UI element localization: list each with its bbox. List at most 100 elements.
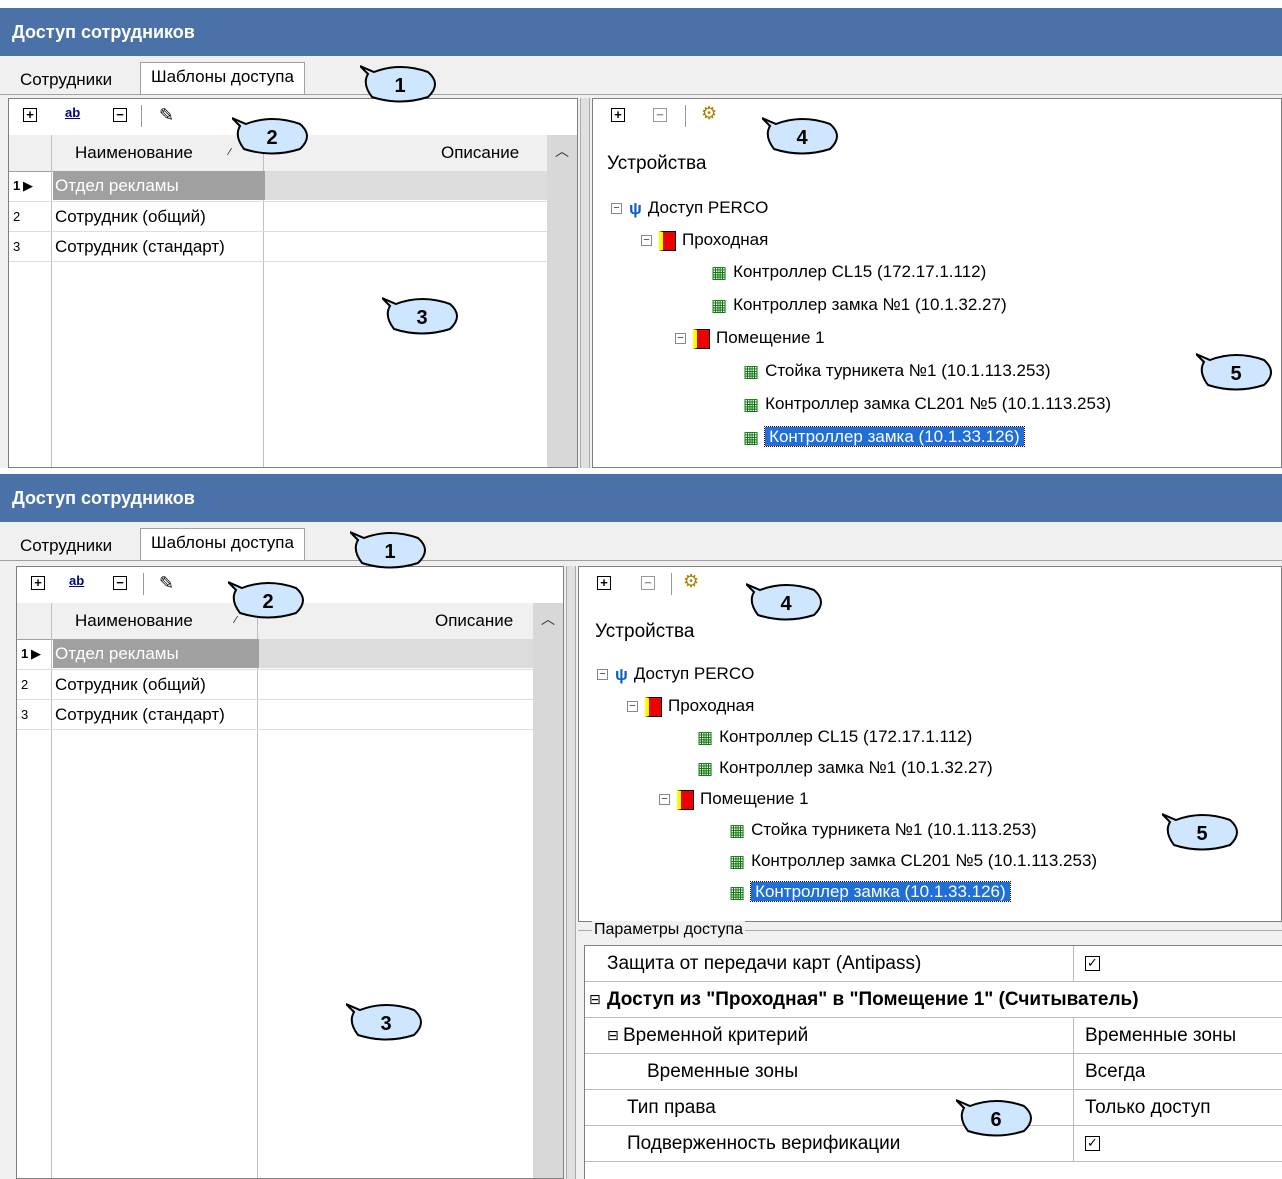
controller-icon: ▦ — [711, 262, 728, 282]
controller-icon: ▦ — [697, 727, 714, 747]
tree-node-label: Доступ PERCO — [633, 664, 755, 683]
tree-node-device[interactable]: ▦ Контроллер замка CL201 №5 (10.1.113.253… — [743, 391, 1111, 417]
tree-node-device[interactable]: ▦ Контроллер CL15 (172.17.1.112) — [711, 259, 986, 285]
tree-node-label: Контроллер замка №1 (10.1.32.27) — [733, 295, 1007, 314]
current-row-icon: ▶ — [31, 646, 41, 661]
delete-template-button[interactable]: − — [113, 108, 127, 122]
tree-node-root[interactable]: ψ Доступ PERCO — [629, 195, 768, 221]
prop-row-antipass[interactable]: Защита от передачи карт (Antipass) ✓ — [585, 946, 1282, 982]
column-desc-header[interactable]: Описание — [441, 135, 519, 171]
add-template-button[interactable]: + — [31, 576, 45, 590]
network-icon: ψ — [615, 664, 628, 684]
tab-employees[interactable]: Сотрудники — [20, 66, 112, 94]
tree-node-room[interactable]: Помещение 1 — [677, 786, 809, 812]
tree-node-zone[interactable]: Проходная — [659, 227, 768, 253]
window-title: Доступ сотрудников — [0, 8, 1282, 56]
tree-node-label: Контроллер замка (10.1.33.126) — [764, 426, 1025, 447]
prop-value[interactable]: Временные зоны — [1085, 1018, 1236, 1053]
tab-access-templates[interactable]: Шаблоны доступа — [140, 528, 305, 560]
tree-node-root[interactable]: ψ Доступ PERCO — [615, 661, 754, 687]
column-desc-header[interactable]: Описание — [435, 603, 513, 639]
splitter[interactable] — [580, 98, 590, 468]
collapse-icon[interactable]: − — [597, 669, 608, 680]
callout-4: 4 — [762, 117, 838, 155]
prop-group-access[interactable]: ⊟ Доступ из "Проходная" в "Помещение 1" … — [585, 982, 1282, 1018]
grid-scrollbar[interactable]: ︿ — [533, 603, 563, 1178]
device-settings-icon[interactable]: ⚙ — [701, 103, 717, 124]
callout-3: 3 — [346, 1003, 422, 1041]
add-device-button[interactable]: + — [597, 576, 611, 590]
collapse-icon[interactable]: − — [627, 701, 638, 712]
tree-node-device[interactable]: ▦ Контроллер замка №1 (10.1.32.27) — [711, 292, 1007, 318]
prop-label: Защита от передачи карт (Antipass) — [607, 953, 922, 974]
table-row[interactable]: 2 Сотрудник (общий) — [17, 669, 533, 699]
expand-group-icon[interactable]: ⊟ — [607, 1018, 619, 1053]
template-settings-icon[interactable]: ✎ — [159, 105, 174, 126]
template-settings-icon[interactable]: ✎ — [159, 573, 174, 594]
access-params-title: Параметры доступа — [592, 921, 746, 939]
tree-node-device[interactable]: ▦ Стойка турникета №1 (10.1.113.253) — [743, 358, 1051, 384]
add-template-button[interactable]: + — [23, 108, 37, 122]
splitter[interactable] — [566, 566, 576, 1179]
devices-toolbar: + − ⚙ — [593, 99, 1281, 135]
collapse-icon[interactable]: − — [659, 794, 670, 805]
prop-row-right-type[interactable]: Тип права Только доступ — [585, 1090, 1282, 1126]
verification-checkbox[interactable]: ✓ — [1085, 1126, 1100, 1161]
prop-label: Временные зоны — [647, 1061, 799, 1082]
tab-access-templates[interactable]: Шаблоны доступа — [140, 62, 305, 94]
prop-value[interactable]: Только доступ — [1085, 1090, 1211, 1125]
collapse-icon[interactable]: − — [641, 235, 652, 246]
tree-node-label: Контроллер замка CL201 №5 (10.1.113.253) — [751, 851, 1098, 870]
callout-5: 5 — [1162, 813, 1238, 851]
antipass-checkbox[interactable]: ✓ — [1085, 946, 1100, 981]
prop-row-verification[interactable]: Подверженность верификации ✓ — [585, 1126, 1282, 1162]
table-row[interactable]: 2 Сотрудник (общий) — [9, 201, 547, 231]
remove-device-button[interactable]: − — [641, 576, 655, 590]
column-name-header[interactable]: Наименование — [75, 603, 193, 639]
column-name-header[interactable]: Наименование — [75, 135, 193, 171]
prop-group-label: Доступ из "Проходная" в "Помещение 1" (С… — [607, 989, 1139, 1010]
tree-node-device-selected[interactable]: ▦ Контроллер замка (10.1.33.126) — [729, 879, 1011, 905]
grid-scrollbar[interactable]: ︿ — [547, 135, 577, 467]
devices-panel: + − ⚙ Устройства − ψ Доступ PERCO − Прохо… — [578, 566, 1282, 922]
device-settings-icon[interactable]: ⚙ — [683, 571, 699, 592]
table-row[interactable]: 3 Сотрудник (стандарт) — [9, 231, 547, 262]
window-title: Доступ сотрудников — [0, 474, 1282, 522]
table-row[interactable]: 1 ▶ Отдел рекламы — [9, 171, 547, 200]
tree-node-device[interactable]: ▦ Контроллер замка CL201 №5 (10.1.113.253… — [729, 848, 1097, 874]
table-row[interactable]: 1 ▶ Отдел рекламы — [17, 639, 533, 668]
access-params-grid: Защита от передачи карт (Antipass) ✓ ⊟ Д… — [584, 945, 1282, 1179]
tree-title: Устройства — [607, 153, 707, 174]
add-device-button[interactable]: + — [611, 108, 625, 122]
rename-template-button[interactable]: ab — [69, 573, 84, 588]
tree-node-zone[interactable]: Проходная — [645, 693, 754, 719]
row-name: Сотрудник (стандарт) — [55, 705, 225, 724]
tree-node-device-selected[interactable]: ▦ Контроллер замка (10.1.33.126) — [743, 424, 1025, 450]
prop-value[interactable]: Всегда — [1085, 1054, 1145, 1089]
prop-row-time-criterion[interactable]: ⊟ Временной критерий Временные зоны — [585, 1018, 1282, 1054]
rename-template-button[interactable]: ab — [65, 105, 80, 120]
controller-icon: ▦ — [729, 820, 746, 840]
scroll-up-icon[interactable]: ︿ — [541, 609, 555, 629]
expand-group-icon[interactable]: ⊟ — [589, 982, 601, 1017]
tab-employees[interactable]: Сотрудники — [20, 532, 112, 560]
tree-node-label: Доступ PERCO — [647, 198, 769, 217]
devices-panel: + − ⚙ Устройства − ψ Доступ PERCO − Прохо… — [592, 98, 1282, 468]
table-row[interactable]: 3 Сотрудник (стандарт) — [17, 699, 533, 730]
collapse-icon[interactable]: − — [611, 203, 622, 214]
tree-node-device[interactable]: ▦ Контроллер замка №1 (10.1.32.27) — [697, 755, 993, 781]
tree-node-label: Контроллер CL15 (172.17.1.112) — [733, 262, 987, 281]
top-window: Доступ сотрудников Сотрудники Шаблоны до… — [0, 8, 1282, 468]
row-number: 1 — [13, 178, 21, 193]
tree-node-device[interactable]: ▦ Стойка турникета №1 (10.1.113.253) — [729, 817, 1037, 843]
delete-template-button[interactable]: − — [113, 576, 127, 590]
prop-label: Подверженность верификации — [627, 1133, 901, 1154]
tree-node-device[interactable]: ▦ Контроллер CL15 (172.17.1.112) — [697, 724, 972, 750]
controller-icon: ▦ — [743, 394, 760, 414]
collapse-icon[interactable]: − — [675, 333, 686, 344]
remove-device-button[interactable]: − — [653, 108, 667, 122]
tree-node-room[interactable]: Помещение 1 — [693, 325, 825, 351]
scroll-up-icon[interactable]: ︿ — [555, 141, 569, 161]
prop-row-time-zones[interactable]: Временные зоны Всегда — [585, 1054, 1282, 1090]
devices-toolbar: + − ⚙ — [579, 567, 1281, 603]
